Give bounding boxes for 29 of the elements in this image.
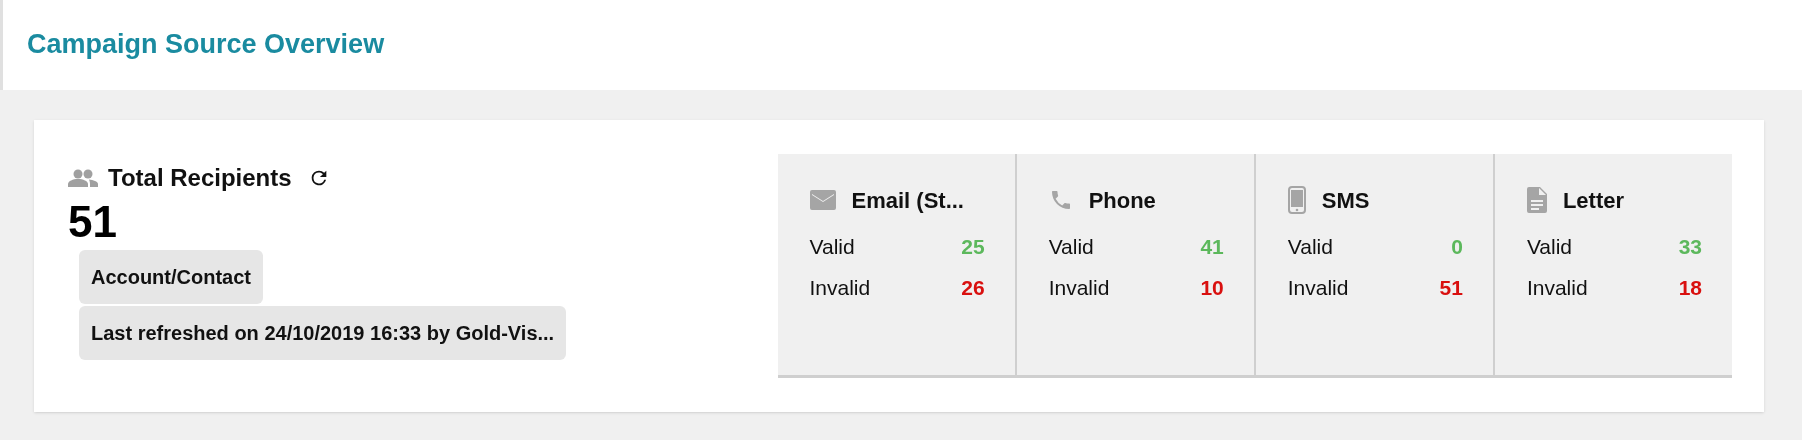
status-label: Invalid <box>809 274 871 301</box>
info-tag: Last refreshed on 24/10/2019 16:33 by Gold-Vis... <box>79 306 567 360</box>
status-label: Valid <box>1287 233 1333 260</box>
channel-name: Email (St... <box>851 186 964 215</box>
status-label: Invalid <box>1287 274 1349 301</box>
summary-label: Total Recipients <box>108 163 292 193</box>
channel-name: SMS <box>1321 186 1370 215</box>
mobile-phone-icon <box>1287 186 1306 214</box>
status-label: Valid <box>1526 233 1572 260</box>
channel-name: Letter <box>1562 186 1624 215</box>
envelope-icon <box>809 190 836 210</box>
status-count: 0 <box>1451 233 1463 260</box>
document-icon <box>1526 187 1547 213</box>
channel-name: Phone <box>1088 186 1156 215</box>
status-count: 33 <box>1678 233 1702 260</box>
people-icon <box>68 169 98 187</box>
status-count: 10 <box>1200 274 1224 301</box>
status-count: 26 <box>961 274 985 301</box>
status-label: Invalid <box>1526 274 1588 301</box>
page-title: Campaign Source Overview <box>27 27 385 61</box>
status-count: 51 <box>1439 274 1463 301</box>
status-label: Invalid <box>1048 274 1110 301</box>
status-label: Valid <box>1048 233 1094 260</box>
recipient-count: 51 <box>68 196 118 248</box>
status-count: 25 <box>961 233 985 260</box>
status-label: Valid <box>809 233 855 260</box>
info-tag: Account/Contact <box>79 250 263 304</box>
status-count: 41 <box>1200 233 1224 260</box>
status-count: 18 <box>1678 274 1702 301</box>
